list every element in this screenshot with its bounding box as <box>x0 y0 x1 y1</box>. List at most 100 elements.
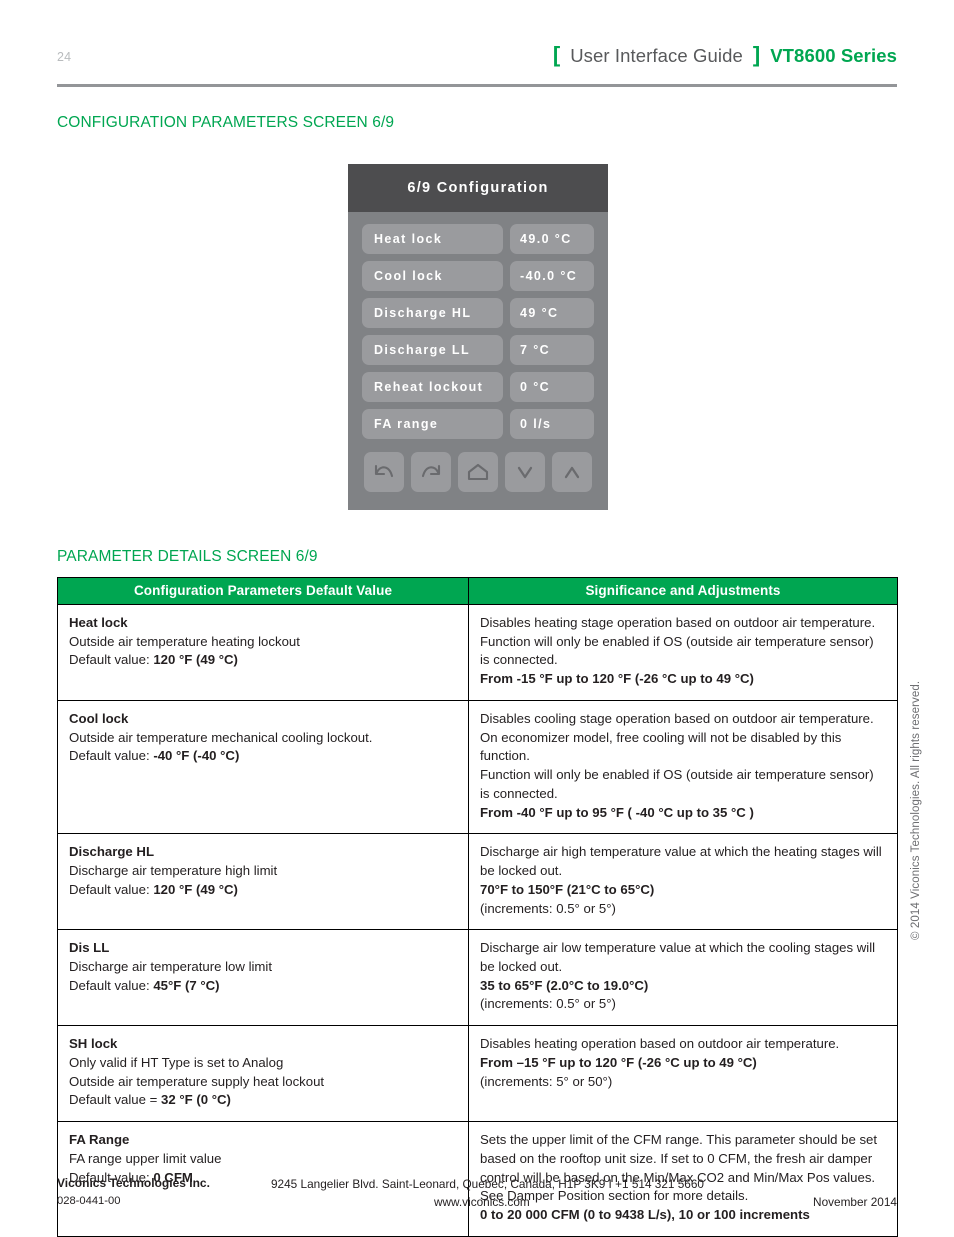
device-value-fa-range[interactable]: 0 l/s <box>510 409 594 439</box>
device-row: FA range 0 l/s <box>362 409 594 439</box>
device-row: Cool lock -40.0 °C <box>362 261 594 291</box>
section-title-configuration-parameters: CONFIGURATION PARAMETERS SCREEN 6/9 <box>57 114 395 131</box>
text-line: From –15 °F up to 120 °F (-26 °C up to 4… <box>480 1054 757 1070</box>
footer-document-number: 028-0441-00 <box>57 1195 121 1207</box>
significance-description: Disables heating stage operation based o… <box>480 614 886 689</box>
bracket-close-glyph: ] <box>752 42 761 67</box>
vertical-copyright-notice: © 2014 Viconics Technologies. All rights… <box>910 680 922 940</box>
home-button[interactable] <box>458 452 498 492</box>
device-title-bar: 6/9 Configuration <box>348 164 608 212</box>
text-line: Discharge air temperature high limit <box>69 863 278 879</box>
device-row: Heat lock 49.0 °C <box>362 224 594 254</box>
device-navigation-bar <box>348 446 608 492</box>
table-row: Dis LL Discharge air temperature low lim… <box>57 929 898 1027</box>
parameter-name: Cool lock <box>69 710 129 726</box>
undo-icon <box>372 462 396 482</box>
device-key-reheat-lockout[interactable]: Reheat lockout <box>362 372 503 402</box>
table-row: Discharge HL Discharge air temperature h… <box>57 833 898 931</box>
cell-parameter-cool-lock: Cool lock Outside air temperature mechan… <box>57 699 469 835</box>
device-key-cool-lock[interactable]: Cool lock <box>362 261 503 291</box>
home-icon <box>466 462 490 482</box>
series-label: VT8600 Series <box>770 45 897 66</box>
thermostat-screen-panel: 6/9 Configuration Heat lock 49.0 °C Cool… <box>348 164 608 510</box>
parameter-name: Discharge HL <box>69 844 155 860</box>
text-line: based on the rooftop unit size. If set t… <box>480 1150 873 1166</box>
bracket-open-glyph: [ <box>552 42 561 67</box>
text-line: Disables heating stage operation based o… <box>480 615 876 630</box>
text-line: (increments: 0.5° or 5°) <box>480 900 616 916</box>
text-line: 70°F to 150°F (21°C to 65°C) <box>480 881 655 897</box>
text-line: Function will only be enabled if OS (out… <box>480 767 874 783</box>
footer-website-link[interactable]: www.viconics.com <box>434 1195 530 1209</box>
cell-significance-discharge-hl: Discharge air high temperature value at … <box>468 833 898 931</box>
text-line: Disables cooling stage operation based o… <box>480 710 874 726</box>
device-key-discharge-hl[interactable]: Discharge HL <box>362 298 503 328</box>
table-row: Cool lock Outside air temperature mechan… <box>57 699 898 835</box>
guide-label: User Interface Guide <box>570 45 743 66</box>
text-line: Default value: 120 °F (49 °C) <box>69 881 238 897</box>
column-header-default-value: Configuration Parameters Default Value <box>57 577 469 605</box>
device-key-discharge-ll[interactable]: Discharge LL <box>362 335 503 365</box>
text-line: (increments: 5° or 50°) <box>480 1073 613 1089</box>
increase-button[interactable] <box>552 452 592 492</box>
text-line: Outside air temperature heating lockout <box>69 633 300 649</box>
footer-date: November 2014 <box>813 1195 897 1209</box>
redo-button[interactable] <box>411 452 451 492</box>
text-line: FA range upper limit value <box>69 1150 222 1166</box>
undo-button[interactable] <box>364 452 404 492</box>
parameter-name: FA Range <box>69 1132 130 1148</box>
device-row: Discharge LL 7 °C <box>362 335 594 365</box>
parameter-name: Heat lock <box>69 615 128 630</box>
text-line: Disables heating operation based on outd… <box>480 1036 840 1052</box>
device-value-cool-lock[interactable]: -40.0 °C <box>510 261 594 291</box>
text-line: is connected. <box>480 785 558 801</box>
text-line: Outside air temperature mechanical cooli… <box>69 729 373 745</box>
parameter-description: Discharge air temperature high limit Defa… <box>69 862 457 899</box>
text-line: (increments: 0.5° or 5°) <box>480 996 616 1012</box>
cell-significance-heat-lock: Disables heating stage operation based o… <box>468 604 898 701</box>
column-header-significance: Significance and Adjustments <box>468 577 898 605</box>
device-value-heat-lock[interactable]: 49.0 °C <box>510 224 594 254</box>
cell-significance-cool-lock: Disables cooling stage operation based o… <box>468 699 898 835</box>
text-line: Default value: -40 °F (-40 °C) <box>69 748 240 764</box>
device-value-discharge-hl[interactable]: 49 °C <box>510 298 594 328</box>
significance-description: Discharge air low temperature value at w… <box>480 939 886 1014</box>
text-line: function. <box>480 748 530 764</box>
footer-row-secondary: 028-0441-00 www.viconics.com November 20… <box>57 1195 897 1214</box>
significance-description: Disables heating operation based on outd… <box>480 1035 886 1091</box>
parameter-name: Dis LL <box>69 940 110 956</box>
device-parameter-list: Heat lock 49.0 °C Cool lock -40.0 °C Dis… <box>348 212 608 439</box>
device-key-heat-lock[interactable]: Heat lock <box>362 224 503 254</box>
redo-icon <box>419 462 443 482</box>
text-line: Discharge air high temperature value at … <box>480 844 882 860</box>
text-line: Function will only be enabled if OS (out… <box>480 633 874 649</box>
device-key-fa-range[interactable]: FA range <box>362 409 503 439</box>
text-line: be locked out. <box>480 863 563 879</box>
text-line: From -40 °F up to 95 °F ( -40 °C up to 3… <box>480 804 754 820</box>
parameter-details-table: Configuration Parameters Default Value S… <box>57 577 898 1237</box>
parameter-description: Discharge air temperature low limit Defau… <box>69 958 457 995</box>
text-line: Only valid if HT Type is set to Analog <box>69 1054 284 1070</box>
table-row: SH lock Only valid if HT Type is set to … <box>57 1025 898 1123</box>
parameter-name: SH lock <box>69 1036 118 1052</box>
cell-parameter-dis-ll: Dis LL Discharge air temperature low lim… <box>57 929 469 1027</box>
device-value-reheat-lockout[interactable]: 0 °C <box>510 372 594 402</box>
header-title-group: [ User Interface Guide ] VT8600 Series <box>553 44 897 67</box>
text-line: Discharge air low temperature value at w… <box>480 940 876 956</box>
significance-description: Disables cooling stage operation based o… <box>480 710 886 822</box>
parameter-description: Outside air temperature mechanical cooli… <box>69 729 457 766</box>
text-line: Discharge air temperature low limit <box>69 959 273 975</box>
decrease-button[interactable] <box>505 452 545 492</box>
footer-address: 9245 Langelier Blvd. Saint-Leonard, Queb… <box>271 1177 704 1191</box>
device-value-discharge-ll[interactable]: 7 °C <box>510 335 594 365</box>
device-row: Reheat lockout 0 °C <box>362 372 594 402</box>
text-line: From -15 °F up to 120 °F (-26 °C up to 4… <box>480 671 754 687</box>
parameter-description: Only valid if HT Type is set to Analog Ou… <box>69 1054 457 1110</box>
footer-company-name: Viconics Technologies Inc. <box>57 1176 210 1190</box>
page-footer: Viconics Technologies Inc. 9245 Langelie… <box>57 1176 897 1214</box>
cell-parameter-discharge-hl: Discharge HL Discharge air temperature h… <box>57 833 469 931</box>
text-line: Default value: 45°F (7 °C) <box>69 977 220 993</box>
text-line: Default value = 32 °F (0 °C) <box>69 1092 231 1108</box>
cell-parameter-heat-lock: Heat lock Outside air temperature heatin… <box>57 604 469 701</box>
table-row: Heat lock Outside air temperature heatin… <box>57 604 898 701</box>
